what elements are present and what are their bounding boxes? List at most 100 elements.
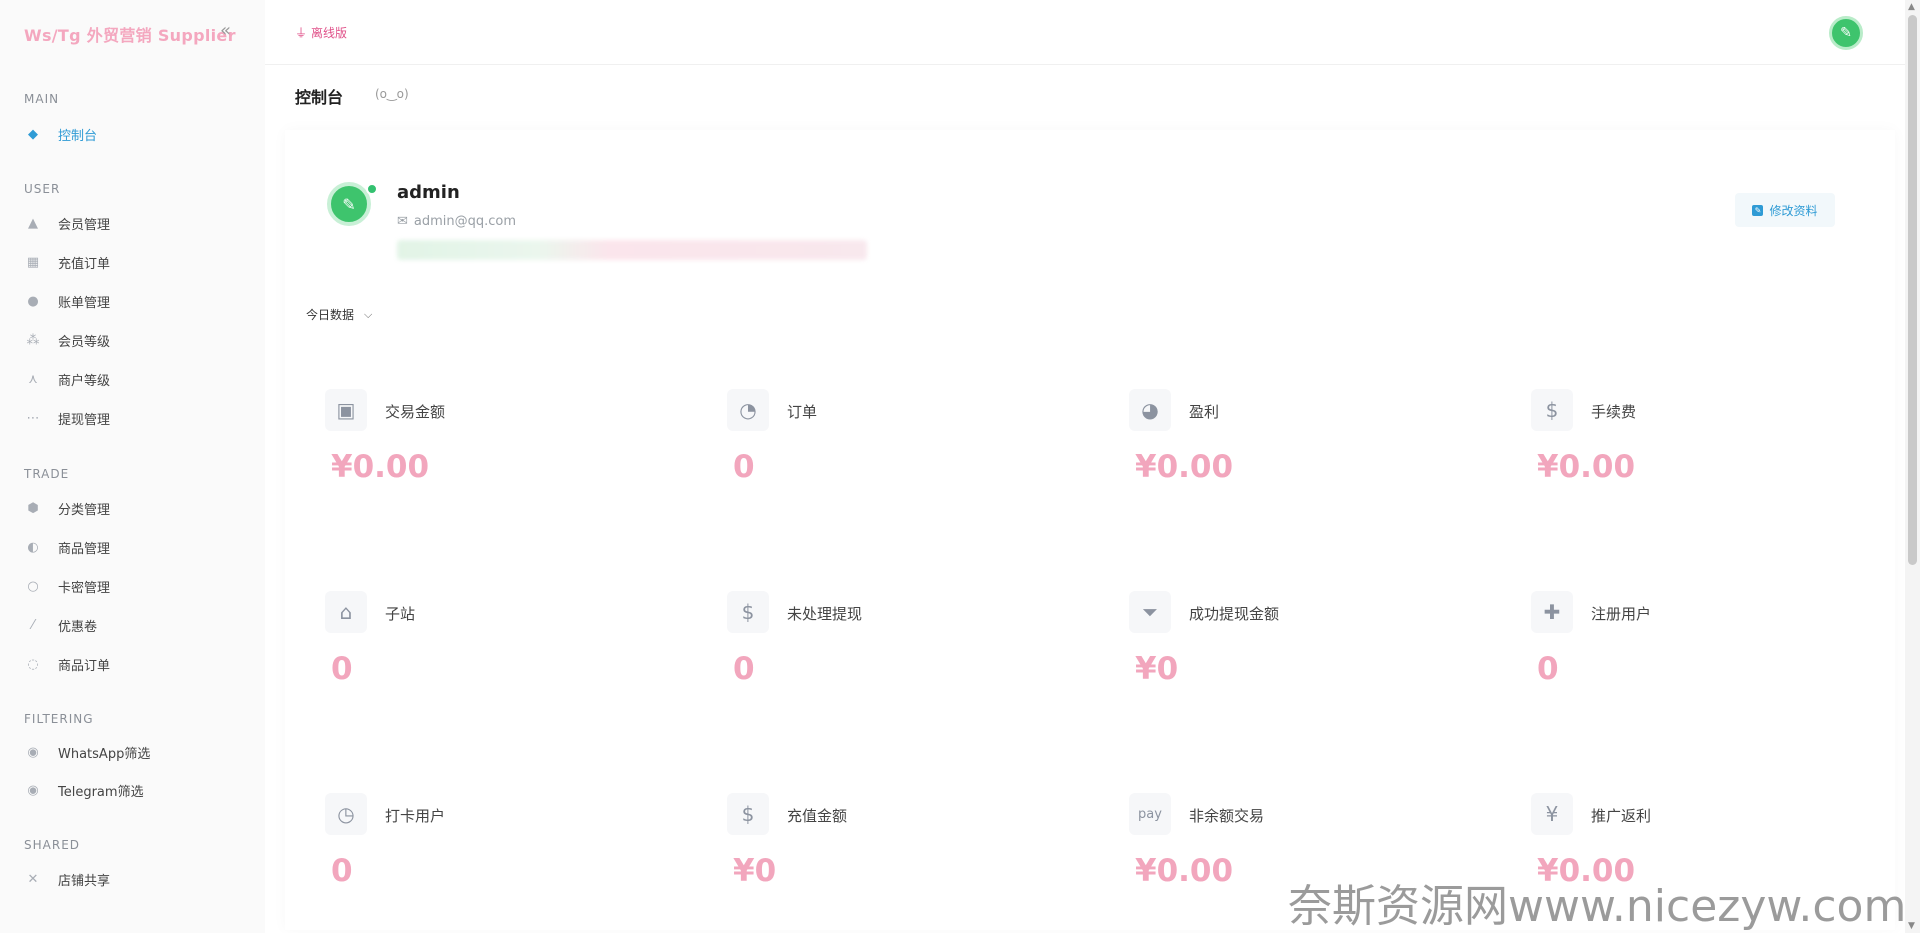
stat-value: ¥0 xyxy=(733,853,777,889)
sidebar-item-label: 账单管理 xyxy=(58,295,111,311)
sidebar-item-label: 卡密管理 xyxy=(58,580,111,596)
user-avatar-menu[interactable]: ✎ xyxy=(1829,16,1863,50)
stat-value: ¥0.00 xyxy=(1537,449,1636,485)
sidebar-item-products[interactable]: ◐ 商品管理 xyxy=(24,533,244,561)
sidebar-item-label: 店铺共享 xyxy=(58,873,111,889)
pie-chart-icon: ◔ xyxy=(727,389,769,431)
avatar: ✎ xyxy=(327,182,371,226)
stat-pending-withdraw: $ 未处理提现 0 xyxy=(727,591,1027,731)
edit-profile-label: 修改资料 xyxy=(1769,203,1818,218)
stat-substations: ⌂ 子站 0 xyxy=(325,591,625,731)
sidebar-item-label: 控制台 xyxy=(58,128,98,144)
bill-icon: ● xyxy=(27,293,39,309)
sidebar-item-categories[interactable]: ⬢ 分类管理 xyxy=(24,494,244,522)
page-subtitle: (o‿o) xyxy=(375,87,409,101)
sidebar-item-cards[interactable]: ○ 卡密管理 xyxy=(24,572,244,600)
sidebar-item-withdraw[interactable]: ⋯ 提现管理 xyxy=(24,404,244,432)
stat-value: ¥0.00 xyxy=(1135,449,1234,485)
scroll-up-icon[interactable]: ▲ xyxy=(1908,2,1915,12)
dollar-square-icon: $ xyxy=(727,591,769,633)
edit-profile-button[interactable]: ✎ 修改资料 xyxy=(1735,193,1835,227)
sidebar-item-member-levels[interactable]: ⁂ 会员等级 xyxy=(24,326,244,354)
email-row: ✉ admin@qq.com xyxy=(397,214,516,229)
sidebar-item-members[interactable]: ▲ 会员管理 xyxy=(24,209,244,237)
stat-value: 0 xyxy=(331,853,353,889)
sidebar-item-merchant-levels[interactable]: ⋏ 商户等级 xyxy=(24,365,244,393)
sidebar-item-label: 会员等级 xyxy=(58,334,111,350)
pie-chart-icon: ◕ xyxy=(1129,389,1171,431)
play-circle-icon: ◉ xyxy=(27,782,39,798)
sidebar-item-coupons[interactable]: ⁄ 优惠卷 xyxy=(24,611,244,639)
stat-checkin-users: ◷ 打卡用户 0 xyxy=(325,793,625,933)
sidebar-item-label: 商户等级 xyxy=(58,373,111,389)
stat-value: 0 xyxy=(733,651,755,687)
order-icon: ◌ xyxy=(27,656,39,672)
nodes-icon: ⁂ xyxy=(26,332,40,348)
sidebar-item-product-orders[interactable]: ◌ 商品订单 xyxy=(24,650,244,678)
stat-label: 非余额交易 xyxy=(1189,807,1265,825)
sidebar: Ws/Tg 外贸营销 Supplier « MAIN ◆ 控制台 USER ▲ … xyxy=(0,0,265,933)
stat-label: 手续费 xyxy=(1591,403,1637,421)
more-icon: ⋯ xyxy=(26,410,40,426)
stat-label: 注册用户 xyxy=(1591,605,1652,623)
page-title: 控制台 xyxy=(295,88,344,107)
page-header: 控制台 (o‿o) xyxy=(265,66,1905,121)
mail-icon: ✉ xyxy=(397,214,408,229)
funnel-dollar-icon: ⏷ xyxy=(1129,591,1171,633)
sidebar-item-label: 充值订单 xyxy=(58,256,111,272)
offline-label: 离线版 xyxy=(311,26,348,40)
sidebar-item-label: 商品订单 xyxy=(58,658,111,674)
hexagon-icon: ⬢ xyxy=(27,500,39,516)
section-filtering: FILTERING xyxy=(24,712,94,726)
dashboard-icon: ◆ xyxy=(28,126,38,142)
sidebar-item-bills[interactable]: ● 账单管理 xyxy=(24,287,244,315)
stat-trade-amount: ▣ 交易金额 ¥0.00 xyxy=(325,389,625,529)
pill-icon: ⁄ xyxy=(31,617,35,633)
sidebar-item-recharge-orders[interactable]: ▦ 充值订单 xyxy=(24,248,244,276)
stat-orders: ◔ 订单 0 xyxy=(727,389,1027,529)
stat-label: 推广返利 xyxy=(1591,807,1652,825)
stat-value: 0 xyxy=(1537,651,1559,687)
hand-dollar-icon: $ xyxy=(727,793,769,835)
scroll-down-icon[interactable]: ▼ xyxy=(1908,921,1915,931)
username: admin xyxy=(397,182,460,203)
merchant-icon: ⋏ xyxy=(28,371,38,387)
stat-label: 盈利 xyxy=(1189,403,1220,421)
receipt-icon: ▦ xyxy=(26,254,40,270)
stat-registered-users: ✚ 注册用户 0 xyxy=(1531,591,1831,731)
watermark: 奈斯资源网www.nicezyw.com xyxy=(1288,881,1907,932)
sidebar-item-shop-share[interactable]: ✕ 店铺共享 xyxy=(24,865,244,893)
date-range-label: 今日数据 xyxy=(306,308,355,322)
topbar: ⏚ 离线版 ✎ xyxy=(265,0,1905,65)
section-shared: SHARED xyxy=(24,838,81,852)
plug-icon: ⏚ xyxy=(295,26,308,40)
sidebar-item-dashboard[interactable]: ◆ 控制台 xyxy=(24,120,244,148)
stat-label: 充值金额 xyxy=(787,807,848,825)
user-icon: ▲ xyxy=(28,215,38,231)
blurred-info xyxy=(397,240,867,260)
shopping-bag-icon: ▣ xyxy=(325,389,367,431)
brand-logo[interactable]: Ws/Tg 外贸营销 Supplier xyxy=(24,22,236,46)
stat-label: 交易金额 xyxy=(385,403,446,421)
money-hand-icon: $ xyxy=(1531,389,1573,431)
play-circle-icon: ◉ xyxy=(27,744,39,760)
sidebar-item-whatsapp-filter[interactable]: ◉ WhatsApp筛选 xyxy=(24,738,244,766)
offline-version-link[interactable]: ⏚ 离线版 xyxy=(295,24,347,41)
scrollbar-thumb[interactable] xyxy=(1908,15,1917,565)
stat-label: 子站 xyxy=(385,605,416,623)
circle-icon: ○ xyxy=(27,578,39,594)
stat-value: ¥0.00 xyxy=(1135,853,1234,889)
section-trade: TRADE xyxy=(24,467,70,481)
sidebar-item-label: Telegram筛选 xyxy=(58,784,144,800)
vertical-scrollbar[interactable]: ▲ ▼ xyxy=(1905,0,1920,933)
stat-label: 未处理提现 xyxy=(787,605,863,623)
date-range-select[interactable]: 今日数据 ⌵ xyxy=(306,306,372,323)
sidebar-item-label: 提现管理 xyxy=(58,412,111,428)
sidebar-item-telegram-filter[interactable]: ◉ Telegram筛选 xyxy=(24,776,244,804)
stat-label: 订单 xyxy=(787,403,818,421)
email-text: admin@qq.com xyxy=(413,214,517,229)
collapse-sidebar-icon[interactable]: « xyxy=(220,20,231,41)
stat-value: ¥0.00 xyxy=(331,449,430,485)
stat-value: ¥0 xyxy=(1135,651,1179,687)
stat-fees: $ 手续费 ¥0.00 xyxy=(1531,389,1831,529)
